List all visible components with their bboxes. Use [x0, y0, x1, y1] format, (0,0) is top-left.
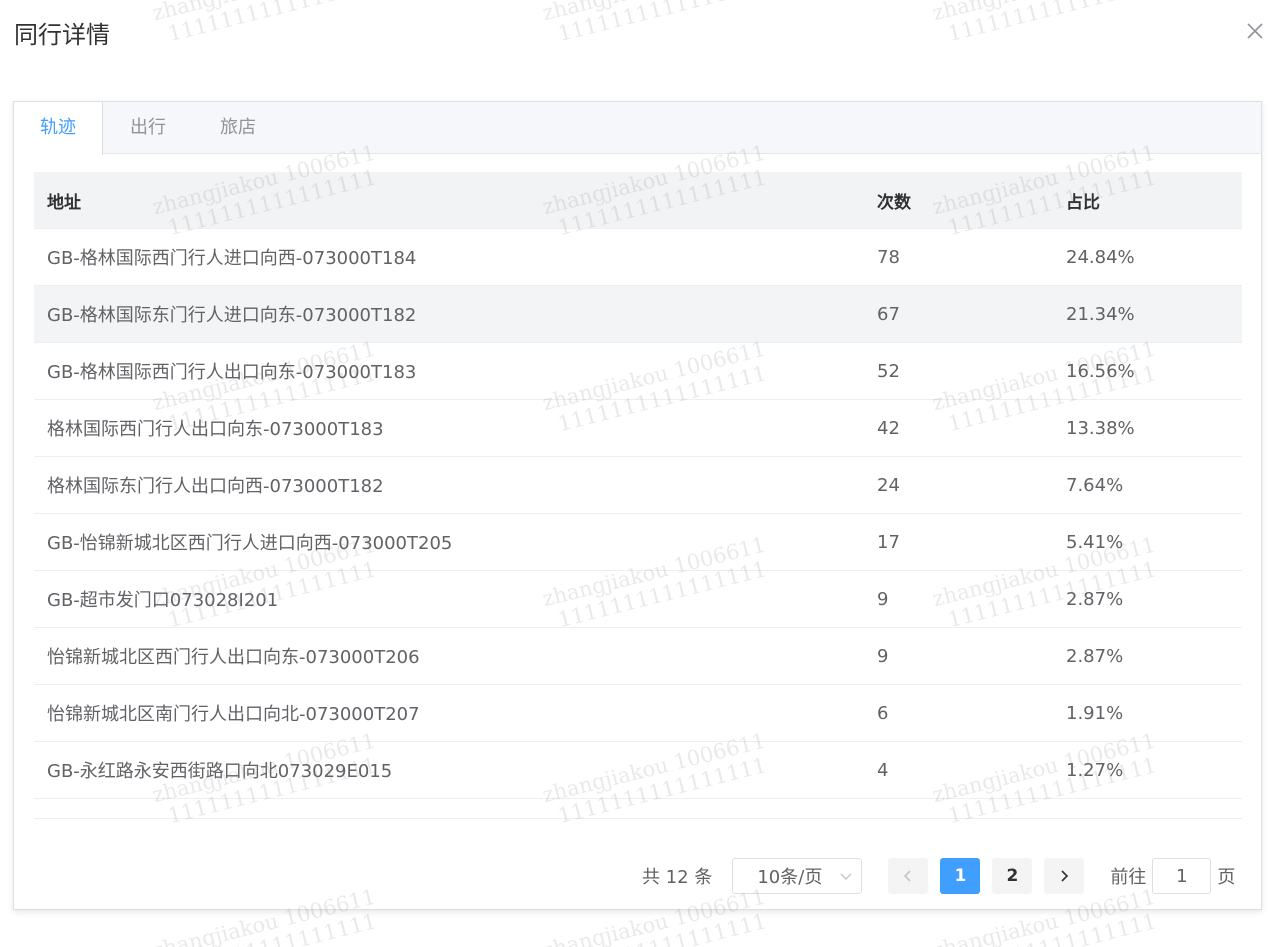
table-footer-gap — [34, 799, 1242, 819]
cell-address: GB-怡锦新城北区西门行人进口向西-073000T205 — [47, 533, 453, 554]
cell-ratio: 5.41% — [1066, 531, 1124, 553]
page-button-2[interactable]: 2 — [992, 858, 1033, 894]
close-button[interactable] — [1244, 20, 1266, 42]
cell-address: 格林国际东门行人出口向西-073000T182 — [47, 476, 384, 497]
trajectory-table: 地址 次数 占比 GB-格林国际西门行人进口向西-073000T184 78 2… — [34, 172, 1242, 819]
cell-address: GB-格林国际东门行人进口向东-073000T182 — [47, 305, 417, 326]
table-header: 地址 次数 占比 — [34, 172, 1242, 229]
cell-count: 6 — [877, 702, 889, 724]
page-jumper: 前往 页 — [1110, 858, 1235, 894]
cell-count: 17 — [877, 531, 900, 553]
cell-address: 格林国际西门行人出口向东-073000T183 — [47, 419, 384, 440]
chevron-down-icon — [840, 873, 852, 880]
cell-address: GB-格林国际西门行人进口向西-073000T184 — [47, 248, 417, 269]
pagination: 共 12 条 10条/页 1 2 前往 1 页 — [642, 858, 1235, 894]
detail-dialog: 同行详情 轨迹 出行 旅店 地址 次数 占比 GB-格林国际西门行人进口向西-0… — [0, 0, 1280, 947]
cell-count: 9 — [877, 645, 889, 667]
column-header-ratio[interactable]: 占比 — [1053, 188, 1242, 213]
table-row[interactable]: 怡锦新城北区西门行人出口向东-073000T206 9 2.87% — [34, 628, 1242, 685]
cell-count: 52 — [877, 360, 900, 382]
cell-ratio: 2.87% — [1066, 588, 1124, 610]
tabs-header: 轨迹 出行 旅店 — [14, 102, 1261, 155]
chevron-left-icon — [904, 870, 911, 882]
cell-ratio: 13.38% — [1066, 417, 1135, 439]
tab-trajectory[interactable]: 轨迹 — [14, 102, 103, 155]
cell-address: 怡锦新城北区南门行人出口向北-073000T207 — [47, 704, 420, 725]
goto-page-input[interactable] — [1152, 858, 1212, 894]
table-row[interactable]: GB-超市发门口073028I201 9 2.87% — [34, 571, 1242, 628]
table-row[interactable]: GB-永红路永安西街路口向北073029E015 4 1.27% — [34, 742, 1242, 799]
cell-ratio: 21.34% — [1066, 303, 1135, 325]
table-row[interactable]: GB-格林国际西门行人进口向西-073000T184 78 24.84% — [34, 229, 1242, 286]
page-button-1[interactable]: 1 — [940, 858, 981, 894]
table-row[interactable]: GB-格林国际西门行人出口向东-073000T183 52 16.56% — [34, 343, 1242, 400]
next-page-button[interactable] — [1044, 858, 1085, 894]
tab-travel[interactable]: 出行 — [103, 102, 193, 154]
cell-address: GB-超市发门口073028I201 — [47, 590, 279, 611]
tabs-card: 轨迹 出行 旅店 地址 次数 占比 GB-格林国际西门行人进口向西-073000… — [13, 101, 1262, 910]
table-row[interactable]: 格林国际东门行人出口向西-073000T182 24 7.64% — [34, 457, 1242, 514]
table-row[interactable]: 怡锦新城北区南门行人出口向北-073000T207 6 1.91% — [34, 685, 1242, 742]
dialog-header: 同行详情 — [14, 18, 1266, 52]
cell-count: 67 — [877, 303, 900, 325]
pagination-total: 共 12 条 — [642, 867, 713, 888]
cell-ratio: 1.91% — [1066, 702, 1124, 724]
cell-count: 24 — [877, 474, 900, 496]
table-row[interactable]: GB-怡锦新城北区西门行人进口向西-073000T205 17 5.41% — [34, 514, 1242, 571]
cell-address: GB-永红路永安西街路口向北073029E015 — [47, 761, 393, 782]
cell-count: 78 — [877, 246, 900, 268]
cell-count: 9 — [877, 588, 889, 610]
chevron-right-icon — [1061, 870, 1069, 882]
tab-hotel[interactable]: 旅店 — [193, 102, 283, 154]
dialog-title: 同行详情 — [14, 21, 110, 49]
cell-address: 怡锦新城北区西门行人出口向东-073000T206 — [47, 647, 420, 668]
close-icon — [1247, 23, 1263, 39]
table-row[interactable]: 格林国际西门行人出口向东-073000T183 42 13.38% — [34, 400, 1242, 457]
cell-count: 42 — [877, 417, 900, 439]
cell-address: GB-格林国际西门行人出口向东-073000T183 — [47, 362, 417, 383]
prev-page-button[interactable] — [888, 858, 929, 894]
column-header-count[interactable]: 次数 — [864, 188, 1053, 213]
table-row[interactable]: GB-格林国际东门行人进口向东-073000T182 67 21.34% — [34, 286, 1242, 343]
cell-count: 4 — [877, 759, 889, 781]
cell-ratio: 24.84% — [1066, 246, 1135, 268]
page-size-select[interactable]: 10条/页 — [732, 858, 863, 894]
cell-ratio: 1.27% — [1066, 759, 1124, 781]
cell-ratio: 16.56% — [1066, 360, 1135, 382]
cell-ratio: 2.87% — [1066, 645, 1124, 667]
cell-ratio: 7.64% — [1066, 474, 1124, 496]
goto-label: 前往 — [1110, 867, 1147, 888]
column-header-address[interactable]: 地址 — [34, 188, 864, 213]
page-suffix-label: 页 — [1217, 867, 1236, 888]
page-size-value: 10条/页 — [757, 867, 823, 888]
